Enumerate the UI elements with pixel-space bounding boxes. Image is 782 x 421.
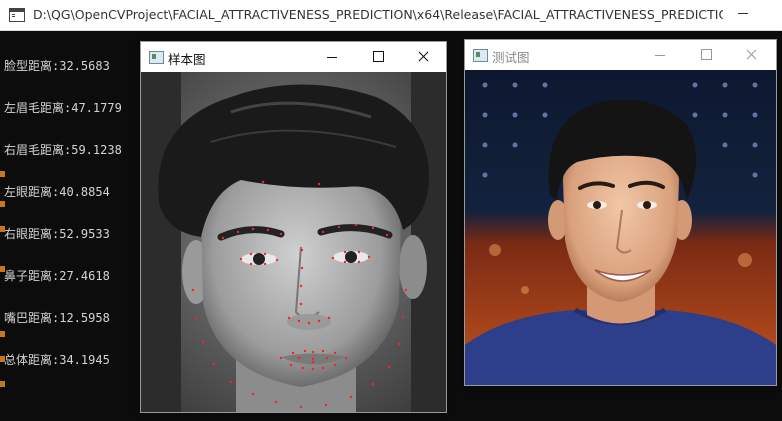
console-lines: 脸型距离:32.5683 左眉毛距离:47.1779 右眉毛距离:59.1238…: [4, 31, 122, 395]
window-app-icon: [149, 51, 164, 64]
console-titlebar[interactable]: D:\QG\OpenCVProject\FACIAL_ATTRACTIVENES…: [0, 0, 782, 31]
color-face-photo: [465, 70, 776, 385]
test-image-window: 测试图: [464, 39, 777, 386]
minimize-button[interactable]: [637, 40, 683, 70]
console-left-strip: [0, 171, 5, 421]
grayscale-face-with-landmarks: [141, 72, 446, 412]
console-app-icon: [9, 8, 25, 22]
console-line: 左眉毛距离:47.1779: [4, 101, 122, 115]
console-line: 脸型距离:32.5683: [4, 59, 110, 73]
maximize-button[interactable]: [355, 42, 401, 72]
minimize-icon[interactable]: [738, 13, 748, 14]
console-title: D:\QG\OpenCVProject\FACIAL_ATTRACTIVENES…: [33, 7, 723, 22]
test-window-title: 测试图: [492, 50, 530, 65]
console-line: 右眉毛距离:59.1238: [4, 143, 122, 157]
console-line: 右眼距离:52.9533: [4, 227, 110, 241]
console-line: 总体距离:34.1945: [4, 353, 110, 367]
sample-window-titlebar[interactable]: 样本图: [141, 42, 446, 72]
close-button[interactable]: [728, 40, 774, 70]
close-button[interactable]: [400, 42, 446, 72]
test-window-titlebar[interactable]: 测试图: [465, 40, 776, 70]
sample-face-image: [141, 72, 446, 412]
minimize-button[interactable]: [309, 42, 355, 72]
console-line: 鼻子距离:27.4618: [4, 269, 110, 283]
sample-image-window: 样本图: [140, 41, 447, 413]
console-line: 嘴巴距离:12.5958: [4, 311, 110, 325]
window-app-icon: [473, 49, 488, 62]
maximize-button[interactable]: [683, 40, 729, 70]
sample-window-title: 样本图: [168, 52, 206, 67]
console-line: 左眼距离:40.8854: [4, 185, 110, 199]
test-face-image: [465, 70, 776, 385]
